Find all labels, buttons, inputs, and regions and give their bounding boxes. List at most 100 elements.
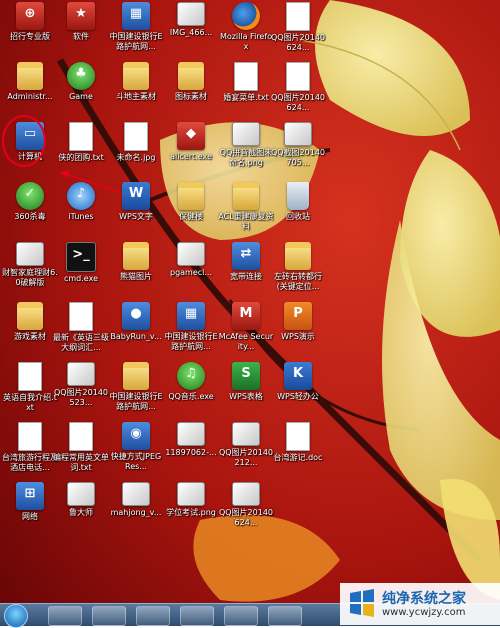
desktop-icon-label: 网络	[22, 512, 38, 521]
desktop-icon-label: 左砖右转都行(关键定位...	[274, 272, 322, 291]
desktop-icon[interactable]: QQ拼音截图未命名.png	[218, 122, 274, 168]
desktop-icon-label: 游戏素材	[14, 332, 46, 341]
desktop-icon[interactable]: 回收站	[270, 182, 326, 222]
desktop-icon[interactable]: Mozilla Firefox	[218, 2, 274, 52]
desktop-icon[interactable]: ◆ alicert.exe	[163, 122, 219, 162]
desktop-icon-label: 侠的团购.txt	[58, 153, 104, 162]
desktop-icon[interactable]: 台湾游记.doc	[270, 422, 326, 463]
desktop-icon[interactable]: 英语自我介绍.txt	[2, 362, 58, 413]
folder-icon	[123, 362, 149, 390]
doc-icon	[286, 2, 310, 31]
desktop-icon[interactable]: 11897062-...	[163, 422, 219, 458]
desktop-icon-label: McAfee Security...	[218, 332, 274, 351]
desktop-icon[interactable]: 鲁大师	[53, 482, 109, 518]
desktop-icon[interactable]: pgamecl...	[163, 242, 219, 278]
desktop-icon[interactable]: >_ cmd.exe	[53, 242, 109, 284]
icon-glyph: >_	[72, 247, 90, 262]
icon-glyph: ⊕	[24, 6, 36, 21]
bin-icon	[287, 182, 309, 210]
desktop-icon[interactable]: 保健楼	[163, 182, 219, 222]
desktop-icon[interactable]: W WPS文字	[108, 182, 164, 222]
desktop-icon[interactable]: 婚宴菜单.txt	[218, 62, 274, 103]
desktop-icon[interactable]: ● BabyRun_v...	[108, 302, 164, 342]
desktop-icon-label: 中国建设银行E路护航网...	[164, 332, 218, 351]
doc-icon	[286, 62, 310, 91]
icon-glyph: K	[292, 366, 304, 381]
red-icon: M	[232, 302, 260, 330]
desktop-icon[interactable]: mahjong_v...	[108, 482, 164, 518]
desktop-icon[interactable]: 编程常用英文单词.txt	[53, 422, 109, 473]
doc-icon	[124, 122, 148, 151]
desktop-icon[interactable]: 最新《英语三级大纲词汇...	[53, 302, 109, 353]
desktop-icon[interactable]: QQ图片20140624...	[218, 482, 274, 528]
desktop-icon[interactable]: 左砖右转都行(关键定位...	[270, 242, 326, 292]
icon-glyph: P	[293, 306, 303, 321]
desktop-icon[interactable]: ✓ 360杀毒	[2, 182, 58, 222]
desktop-icon[interactable]: ⇄ 宽带连接	[218, 242, 274, 282]
folder-icon	[178, 62, 204, 90]
icon-glyph: ⊞	[24, 486, 36, 501]
desktop-icon[interactable]: ♣ Game	[53, 62, 109, 102]
desktop-icon-label: IMG_466...	[169, 28, 213, 37]
desktop-icon[interactable]: S WPS表格	[218, 362, 274, 402]
desktop-icon[interactable]: 侠的团购.txt	[53, 122, 109, 163]
wpsg-icon: S	[232, 362, 260, 390]
desktop-icon[interactable]: 游戏素材	[2, 302, 58, 342]
desktop-icon[interactable]: 未命名.jpg	[108, 122, 164, 163]
desktop-icon[interactable]: 中国建设银行E路护航网...	[108, 362, 164, 412]
desktop-icon[interactable]: 学位考试.png	[163, 482, 219, 518]
desktop-icon-label: BabyRun_v...	[110, 332, 162, 341]
doc-icon	[69, 422, 93, 451]
tree-icon: ♣	[67, 62, 95, 90]
desktop-icon[interactable]: ⊞ 网络	[2, 482, 58, 522]
start-button[interactable]	[4, 604, 28, 628]
icon-glyph: ★	[75, 6, 87, 21]
desktop-icon[interactable]: 斗地主素材	[108, 62, 164, 102]
desktop-icon-label: WPS文字	[119, 212, 153, 221]
desktop-icon-label: 11897062-...	[165, 448, 217, 457]
desktop-icon[interactable]: M McAfee Security...	[218, 302, 274, 352]
desktop-icon-label: 学位考试.png	[166, 508, 216, 517]
desktop-icon[interactable]: QQ图片20140624...	[270, 62, 326, 113]
desktop-icon[interactable]: 台湾旅游行程及酒店电话...	[2, 422, 58, 473]
desktop-icon[interactable]: K WPS轻办公	[270, 362, 326, 402]
taskbar-bird-app-button[interactable]	[224, 606, 258, 626]
taskbar-explorer-button[interactable]	[48, 606, 82, 626]
icon-glyph: ♣	[75, 66, 87, 81]
desktop-icon[interactable]: QQ图片20140624...	[270, 2, 326, 53]
doc-icon	[18, 362, 42, 391]
shield-icon: ◆	[177, 122, 205, 150]
taskbar-qq-button[interactable]	[180, 606, 214, 626]
desktop-icon[interactable]: QQ图片20140212...	[218, 422, 274, 468]
desktop-icon[interactable]: 熊猫图片	[108, 242, 164, 282]
watermark-title: 纯净系统之家	[382, 591, 466, 607]
taskbar-internet-explorer-button[interactable]	[136, 606, 170, 626]
desktop-icon[interactable]: QQ图片20140523...	[53, 362, 109, 408]
desktop-icon[interactable]: ★ 软件	[53, 2, 109, 42]
desktop-icon-label: QQ图片20140624...	[218, 508, 274, 527]
desktop-icon[interactable]: ACL重建康复资料	[218, 182, 274, 232]
folder-icon	[123, 62, 149, 90]
doc-icon	[69, 302, 93, 331]
taskbar-media-player-button[interactable]	[92, 606, 126, 626]
desktop-icon[interactable]: QQ截图20140705...	[270, 122, 326, 168]
desktop-icon[interactable]: ▦ 中国建设银行E路护航网...	[108, 2, 164, 52]
desktop-icon-label: QQ图片20140523...	[53, 388, 109, 407]
desktop-icon[interactable]: IMG_466...	[163, 2, 219, 38]
taskbar-sports-app-button[interactable]	[268, 606, 302, 626]
desktop-icon[interactable]: P WPS演示	[270, 302, 326, 342]
img-icon	[177, 242, 205, 266]
desktop-icon[interactable]: ♫ QQ音乐.exe	[163, 362, 219, 402]
watermark-logo-icon	[350, 589, 374, 617]
desktop-icon[interactable]: 图标素材	[163, 62, 219, 102]
desktop-icon[interactable]: ⊕ 招行专业版	[2, 2, 58, 42]
desktop-icon[interactable]: ▦ 中国建设银行E路护航网...	[163, 302, 219, 352]
desktop-icon[interactable]: ♪ iTunes	[53, 182, 109, 222]
img-icon	[232, 482, 260, 506]
desktop-icon-label: mahjong_v...	[110, 508, 162, 517]
folder-icon	[17, 302, 43, 330]
desktop-icon[interactable]: 财智家庭理财6.0破解版	[2, 242, 58, 288]
desktop-icon[interactable]: Administr...	[2, 62, 58, 102]
desktop-icon[interactable]: ◉ 快捷方式JPEG Res...	[108, 422, 164, 472]
desktop-icon-label: 图标素材	[175, 92, 207, 101]
